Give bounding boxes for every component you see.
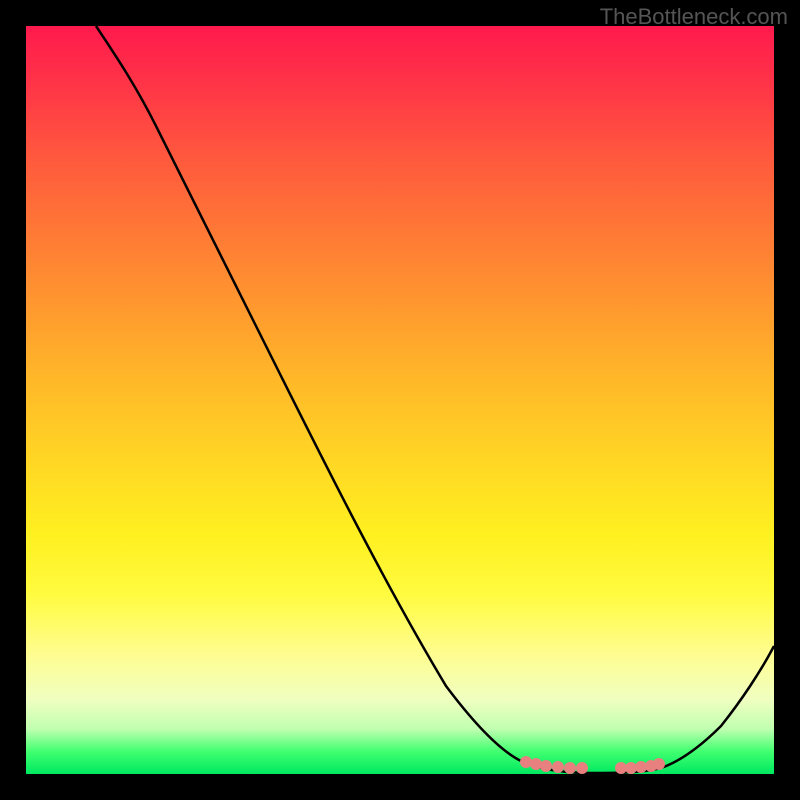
bottleneck-curve [26,26,774,774]
valley-scatter [520,756,665,774]
curve-path [96,26,774,773]
plot-area [26,26,774,774]
chart-container: TheBottleneck.com [0,0,800,800]
watermark-text: TheBottleneck.com [600,4,788,30]
